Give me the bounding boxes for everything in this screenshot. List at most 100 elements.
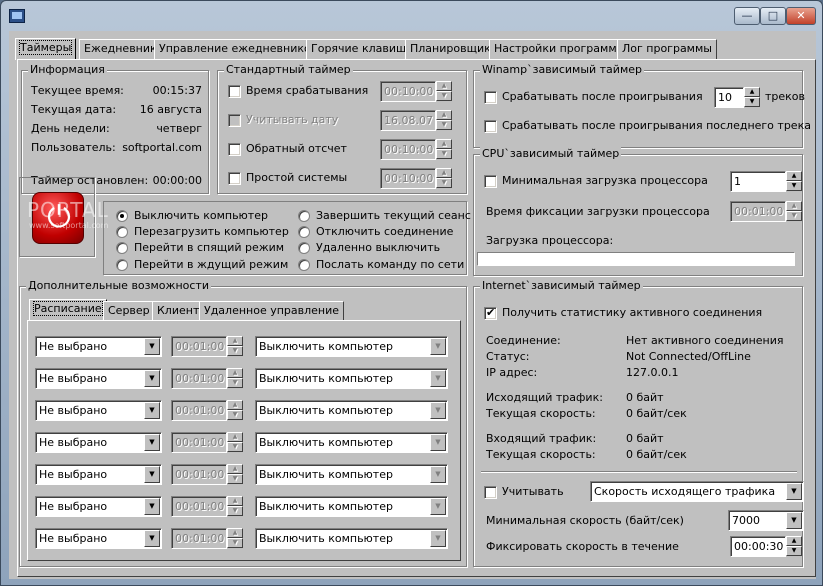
schedule-time-input[interactable]: 00:01:00: [171, 336, 227, 357]
idle-spinner[interactable]: ▲ ▼: [436, 168, 452, 189]
min-speed-select[interactable]: 7000 ▼: [728, 510, 804, 531]
schedule-time-spinner[interactable]: ▲ ▼: [227, 368, 243, 389]
tab-settings[interactable]: Настройки программы: [489, 39, 631, 59]
spin-down-icon[interactable]: ▼: [436, 120, 452, 130]
chevron-down-icon[interactable]: ▼: [786, 512, 802, 529]
date-input[interactable]: 16.08.07: [380, 110, 436, 131]
day-select[interactable]: Не выбрано ▼: [35, 368, 162, 389]
tab-diary-management[interactable]: Управление ежедневником: [154, 39, 325, 59]
spin-down-icon[interactable]: ▼: [227, 506, 243, 516]
spin-up-icon[interactable]: ▲: [786, 536, 802, 546]
close-button[interactable]: ✕: [786, 7, 816, 25]
schedule-action-select[interactable]: Выключить компьютер ▼: [255, 336, 448, 357]
spin-down-icon[interactable]: ▼: [227, 410, 243, 420]
chevron-down-icon[interactable]: ▼: [144, 498, 160, 515]
radio-reboot[interactable]: [116, 226, 128, 238]
min-cpu-input[interactable]: 1: [730, 171, 786, 192]
chevron-down-icon[interactable]: ▼: [430, 530, 446, 547]
schedule-time-input[interactable]: 00:01:00: [171, 464, 227, 485]
schedule-action-select[interactable]: Выключить компьютер ▼: [255, 432, 448, 453]
chevron-down-icon[interactable]: ▼: [144, 530, 160, 547]
day-select[interactable]: Не выбрано ▼: [35, 336, 162, 357]
schedule-action-select[interactable]: Выключить компьютер ▼: [255, 400, 448, 421]
spin-up-icon[interactable]: ▲: [436, 168, 452, 178]
min-cpu-checkbox[interactable]: [484, 175, 497, 188]
title-bar[interactable]: — □ ✕: [1, 1, 822, 31]
tab-diary[interactable]: Ежедневник: [79, 39, 162, 59]
spin-down-icon[interactable]: ▼: [786, 181, 802, 191]
schedule-time-spinner[interactable]: ▲ ▼: [227, 464, 243, 485]
cpu-fix-spinner[interactable]: ▲ ▼: [786, 201, 802, 222]
day-select[interactable]: Не выбрано ▼: [35, 400, 162, 421]
spin-up-icon[interactable]: ▲: [436, 110, 452, 120]
tab-timers[interactable]: Таймеры: [15, 38, 77, 60]
spin-up-icon[interactable]: ▲: [436, 81, 452, 91]
get-stats-checkbox[interactable]: [484, 306, 497, 320]
chevron-down-icon[interactable]: ▼: [430, 434, 446, 451]
spin-up-icon[interactable]: ▲: [227, 400, 243, 410]
schedule-time-spinner[interactable]: ▲ ▼: [227, 528, 243, 549]
schedule-time-input[interactable]: 00:01:00: [171, 368, 227, 389]
spin-up-icon[interactable]: ▲: [786, 171, 802, 181]
tracks-input[interactable]: 10: [714, 87, 744, 108]
consider-checkbox[interactable]: [484, 486, 497, 499]
fix-speed-spinner[interactable]: ▲ ▼: [786, 536, 802, 557]
day-select[interactable]: Не выбрано ▼: [35, 432, 162, 453]
subtab-remote-control[interactable]: Удаленное управление: [199, 301, 345, 321]
fix-speed-input[interactable]: 00:00:30: [730, 536, 786, 557]
day-select[interactable]: Не выбрано ▼: [35, 496, 162, 517]
idle-input[interactable]: 00:10:00: [380, 168, 436, 189]
schedule-time-spinner[interactable]: ▲ ▼: [227, 496, 243, 517]
spin-up-icon[interactable]: ▲: [436, 139, 452, 149]
schedule-time-input[interactable]: 00:01:00: [171, 400, 227, 421]
radio-standby[interactable]: [116, 259, 128, 271]
chevron-down-icon[interactable]: ▼: [144, 466, 160, 483]
countdown-input[interactable]: 00:10:00: [380, 139, 436, 160]
radio-shutdown[interactable]: [116, 210, 128, 222]
spin-up-icon[interactable]: ▲: [227, 368, 243, 378]
tab-hotkeys[interactable]: Горячие клавиши: [306, 39, 419, 59]
after-play-checkbox[interactable]: [484, 91, 497, 104]
traffic-type-select[interactable]: Скорость исходящего трафика ▼: [590, 481, 804, 502]
spin-up-icon[interactable]: ▲: [227, 496, 243, 506]
chevron-down-icon[interactable]: ▼: [144, 434, 160, 451]
countdown-checkbox[interactable]: [228, 143, 241, 156]
spin-down-icon[interactable]: ▼: [227, 538, 243, 548]
spin-down-icon[interactable]: ▼: [436, 91, 452, 101]
chevron-down-icon[interactable]: ▼: [144, 370, 160, 387]
chevron-down-icon[interactable]: ▼: [430, 370, 446, 387]
chevron-down-icon[interactable]: ▼: [430, 498, 446, 515]
schedule-time-input[interactable]: 00:01:00: [171, 496, 227, 517]
trigger-time-spinner[interactable]: ▲ ▼: [436, 81, 452, 102]
schedule-time-input[interactable]: 00:01:00: [171, 432, 227, 453]
chevron-down-icon[interactable]: ▼: [430, 338, 446, 355]
schedule-action-select[interactable]: Выключить компьютер ▼: [255, 528, 448, 549]
idle-checkbox[interactable]: [228, 172, 241, 185]
spin-up-icon[interactable]: ▲: [227, 528, 243, 538]
subtab-server[interactable]: Сервер: [103, 301, 155, 321]
subtab-client[interactable]: Клиент: [152, 301, 205, 321]
radio-sleep[interactable]: [116, 242, 128, 254]
after-last-checkbox[interactable]: [484, 120, 497, 133]
chevron-down-icon[interactable]: ▼: [430, 402, 446, 419]
spin-down-icon[interactable]: ▼: [227, 378, 243, 388]
schedule-time-spinner[interactable]: ▲ ▼: [227, 336, 243, 357]
chevron-down-icon[interactable]: ▼: [786, 483, 802, 500]
date-spinner[interactable]: ▲ ▼: [436, 110, 452, 131]
trigger-time-input[interactable]: 00:10:00: [380, 81, 436, 102]
schedule-time-input[interactable]: 00:01:00: [171, 528, 227, 549]
spin-down-icon[interactable]: ▼: [436, 178, 452, 188]
cpu-fix-input[interactable]: 00:01:00: [730, 201, 786, 222]
min-cpu-spinner[interactable]: ▲ ▼: [786, 171, 802, 192]
spin-up-icon[interactable]: ▲: [227, 432, 243, 442]
tab-scheduler[interactable]: Планировщик: [405, 39, 496, 59]
spin-down-icon[interactable]: ▼: [436, 149, 452, 159]
schedule-time-spinner[interactable]: ▲ ▼: [227, 432, 243, 453]
schedule-action-select[interactable]: Выключить компьютер ▼: [255, 464, 448, 485]
spin-down-icon[interactable]: ▼: [227, 346, 243, 356]
tab-log[interactable]: Лог программы: [617, 39, 717, 59]
spin-up-icon[interactable]: ▲: [786, 201, 802, 211]
spin-down-icon[interactable]: ▼: [786, 546, 802, 556]
spin-up-icon[interactable]: ▲: [744, 87, 760, 97]
radio-disconnect[interactable]: [298, 226, 310, 238]
